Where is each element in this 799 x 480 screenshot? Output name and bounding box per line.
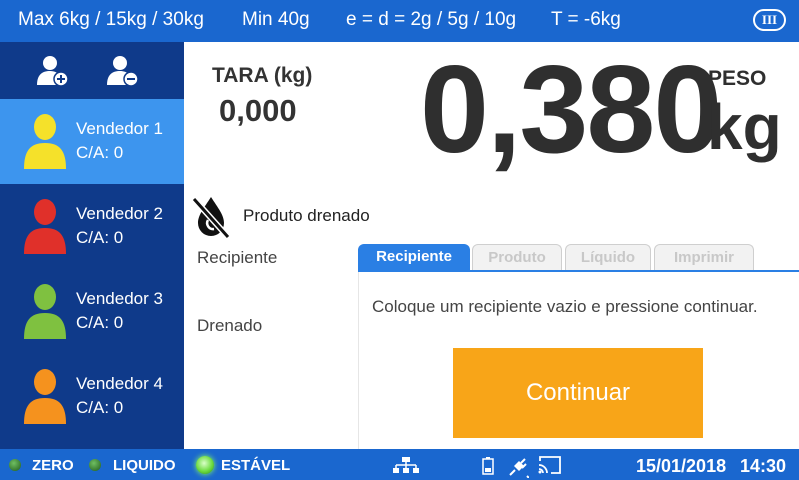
vendor-item-4[interactable]: Vendedor 4 C/A: 0 [0, 354, 184, 439]
step-recipiente-label: Recipiente [197, 248, 278, 267]
weight-unit: kg [707, 91, 782, 163]
liquido-led-icon [89, 459, 101, 471]
vendor-name: Vendedor 2 [76, 204, 163, 223]
sidebar-actions [0, 42, 184, 99]
continue-button[interactable]: Continuar [453, 348, 703, 438]
tara-label: TARA (kg) [212, 64, 313, 87]
date-display: 15/01/2018 [636, 456, 727, 476]
vendor-ca: C/A: 0 [76, 313, 124, 332]
mode-label: Produto drenado [243, 206, 370, 225]
tare-limit-label: T = -6kg [551, 9, 621, 30]
tab-imprimir[interactable]: Imprimir [654, 244, 754, 270]
vendor-ca: C/A: 0 [76, 398, 124, 417]
vendor-ca: C/A: 0 [76, 228, 124, 247]
user-avatar-icon [24, 199, 66, 254]
vendor-item-3[interactable]: Vendedor 3 C/A: 0 [0, 269, 184, 354]
estavel-led-icon [196, 456, 214, 474]
top-status-bar: Max 6kg / 15kg / 30kg Min 40g e = d = 2g… [0, 0, 799, 42]
vendor-item-1[interactable]: Vendedor 1 C/A: 0 [0, 99, 184, 184]
user-avatar-icon [24, 114, 66, 169]
tab-produto[interactable]: Produto [472, 244, 562, 270]
step-drenado-label: Drenado [197, 316, 263, 335]
zero-led-icon [9, 459, 21, 471]
accuracy-class-badge: III [753, 9, 786, 31]
tara-value: 0,000 [219, 93, 297, 128]
min-capacity-label: Min 40g [242, 9, 310, 30]
division-label: e = d = 2g / 5g / 10g [346, 9, 517, 30]
cast-icon [538, 456, 561, 474]
vendor-item-2[interactable]: Vendedor 2 C/A: 0 [0, 184, 184, 269]
vendor-name: Vendedor 1 [76, 119, 163, 138]
power-plug-icon [509, 458, 529, 478]
time-display: 14:30 [740, 456, 787, 476]
remove-user-icon[interactable] [107, 54, 139, 86]
zero-indicator: ZERO [32, 457, 74, 474]
vendor-ca: C/A: 0 [76, 143, 124, 162]
tab-liquido[interactable]: Líquido [565, 244, 651, 270]
max-capacity-label: Max 6kg / 15kg / 30kg [18, 9, 204, 30]
estavel-indicator: ESTÁVEL [221, 457, 291, 474]
no-drop-icon [191, 196, 231, 239]
battery-icon [482, 457, 494, 475]
tab-recipiente[interactable]: Recipiente [358, 244, 470, 270]
liquido-indicator: LIQUIDO [113, 457, 176, 474]
vendor-name: Vendedor 4 [76, 374, 163, 393]
add-user-icon[interactable] [37, 54, 69, 86]
user-avatar-icon [24, 369, 66, 424]
vendor-sidebar: Vendedor 1 C/A: 0 Vendedor 2 C/A: 0 Vend… [0, 42, 184, 449]
weight-label: PESO [708, 67, 767, 90]
weight-display: 0,380 [420, 41, 722, 179]
user-avatar-icon [24, 284, 66, 339]
network-icon [393, 457, 419, 473]
instruction-text: Coloque um recipiente vazio e pressione … [372, 297, 758, 316]
vendor-name: Vendedor 3 [76, 289, 163, 308]
bottom-status-bar: ZERO LIQUIDO ESTÁVEL 15/01/2018 14:30 [0, 449, 799, 480]
